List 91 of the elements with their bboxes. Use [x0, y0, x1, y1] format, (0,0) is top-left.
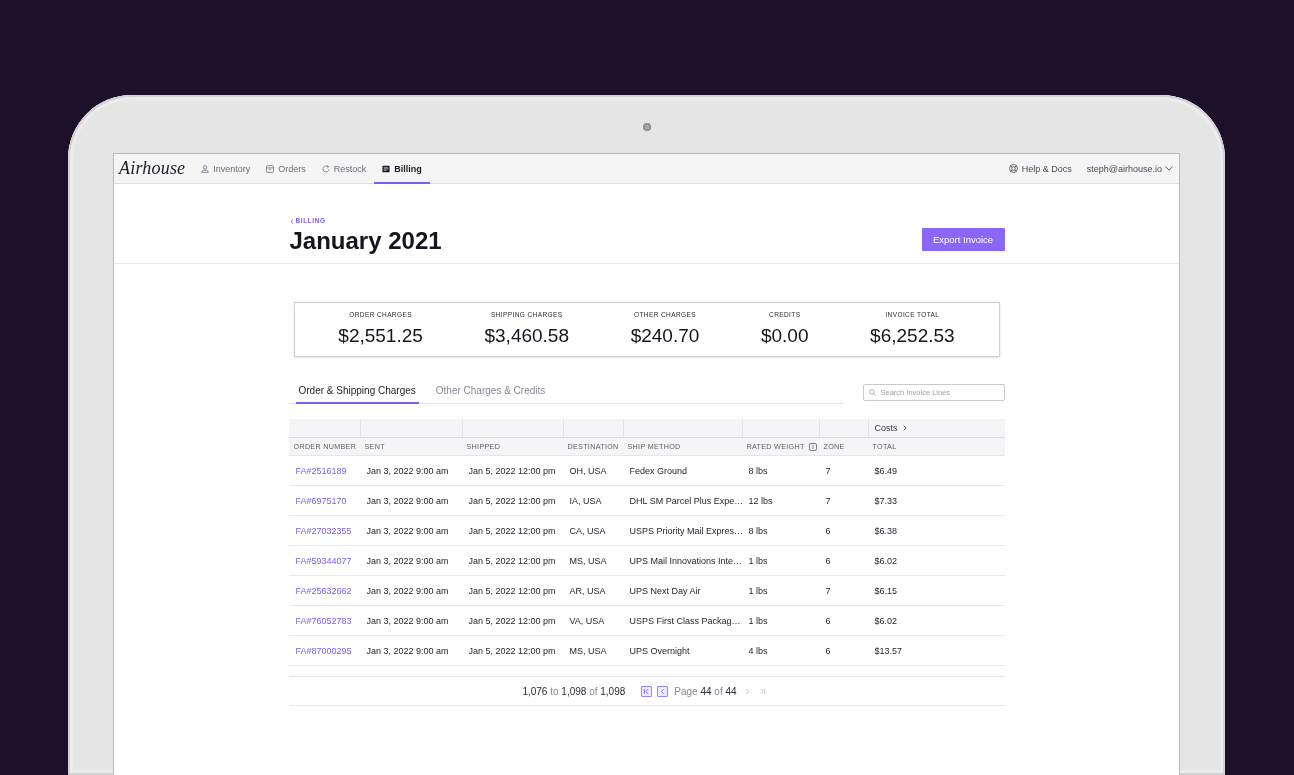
- table-cell: Jan 5, 2022 12:00 pm: [468, 465, 556, 476]
- nav-tab[interactable]: Orders: [258, 154, 314, 184]
- order-link[interactable]: FA#2516189: [295, 465, 347, 476]
- table-cell: 6: [825, 645, 831, 656]
- summary-value: $240.70: [630, 325, 700, 347]
- nav-tab[interactable]: Inventory: [193, 154, 259, 184]
- nav-tab[interactable]: Restock: [313, 154, 375, 184]
- table-cell: Jan 3, 2022 9:00 am: [366, 525, 449, 536]
- table-cell: Jan 3, 2022 9:00 am: [366, 615, 449, 626]
- camera-icon: [642, 123, 651, 131]
- order-link[interactable]: FA#87000295: [295, 645, 352, 656]
- table-cell: 12 lbs: [748, 495, 773, 506]
- export-button[interactable]: Export Invoice: [921, 228, 1005, 251]
- table-cell: $6.49: [874, 465, 898, 476]
- circular-arrow-icon: [321, 165, 330, 173]
- summary-value: $0.00: [760, 325, 809, 347]
- table-cell: Fedex Ground: [629, 465, 688, 476]
- document-icon: [382, 165, 391, 173]
- table-cell: Jan 3, 2022 9:00 am: [366, 585, 449, 596]
- table-cell: $7.33: [874, 495, 898, 506]
- first-page-icon: [643, 687, 651, 695]
- chevron-down-icon: [1165, 166, 1173, 171]
- order-link[interactable]: FA#27032355: [295, 525, 352, 536]
- table-cell: 1 lbs: [748, 585, 768, 596]
- table-cell: $6.38: [874, 525, 898, 536]
- account-menu[interactable]: steph@airhouse.io: [1086, 154, 1173, 183]
- table-cell: 8 lbs: [748, 465, 768, 476]
- order-link[interactable]: FA#25632662: [295, 585, 352, 596]
- tab[interactable]: Other Charges & Credits: [432, 381, 549, 404]
- chevron-left-icon: [659, 687, 667, 695]
- table-cell: $13.57: [874, 645, 903, 656]
- table-cell: USPS First Class Packag…: [629, 615, 741, 626]
- table-cell: $6.15: [874, 585, 898, 596]
- table-cell: Jan 3, 2022 9:00 am: [366, 555, 449, 566]
- summary-value: $3,460.58: [484, 325, 569, 347]
- table-cell: UPS Mail Innovations Inte…: [629, 555, 743, 566]
- table-cell: 7: [825, 585, 831, 596]
- table-cell: Jan 5, 2022 12:00 pm: [468, 555, 556, 566]
- table-cell: Jan 3, 2022 9:00 am: [366, 645, 449, 656]
- chevron-left-icon: [289, 218, 294, 224]
- costs-group-toggle[interactable]: Costs: [874, 419, 907, 437]
- tab[interactable]: Order & Shipping Charges: [295, 381, 419, 404]
- summary-value: $2,551.25: [338, 325, 423, 347]
- table-cell: 6: [825, 555, 831, 566]
- last-page-icon: [759, 687, 767, 695]
- summary-value: $6,252.53: [870, 325, 955, 347]
- table-cell: UPS Overnight: [629, 645, 690, 656]
- brand-logo[interactable]: Airhouse: [119, 154, 186, 183]
- table-cell: UPS Next Day Air: [629, 585, 701, 596]
- table-cell: 8 lbs: [748, 525, 768, 536]
- table-cell: Jan 5, 2022 12:00 pm: [468, 585, 556, 596]
- chevron-right-icon: [744, 687, 752, 695]
- table-cell: 7: [825, 465, 831, 476]
- first-page-button[interactable]: [641, 685, 653, 697]
- table-cell: Jan 3, 2022 9:00 am: [366, 495, 449, 506]
- table-cell: 6: [825, 525, 831, 536]
- table-cell: 6: [825, 615, 831, 626]
- table-cell: $6.02: [874, 555, 898, 566]
- table-cell: OH, USA: [569, 465, 607, 476]
- table-cell: MS, USA: [569, 645, 607, 656]
- person-icon: [201, 165, 210, 173]
- table-cell: AR, USA: [569, 585, 606, 596]
- table-cell: DHL SM Parcel Plus Expe…: [629, 495, 744, 506]
- table-cell: $6.02: [874, 615, 898, 626]
- page-title: January 2021: [289, 227, 442, 255]
- order-link[interactable]: FA#6975170: [295, 495, 347, 506]
- chevron-right-icon: [902, 425, 907, 431]
- order-link[interactable]: FA#76052783: [295, 615, 352, 626]
- search-icon: [868, 389, 876, 396]
- help-link[interactable]: Help & Docs: [1008, 154, 1072, 183]
- table-cell: Jan 5, 2022 12:00 pm: [468, 615, 556, 626]
- pagination-range: 1,076 to 1,098 of 1,098: [522, 685, 626, 697]
- box-icon: [266, 165, 275, 173]
- table-cell: CA, USA: [569, 525, 606, 536]
- table-cell: VA, USA: [569, 615, 605, 626]
- table-cell: Jan 5, 2022 12:00 pm: [468, 645, 556, 656]
- lifebuoy-icon: [1008, 164, 1018, 173]
- table-cell: IA, USA: [569, 495, 602, 506]
- order-link[interactable]: FA#59344077: [295, 555, 352, 566]
- table-cell: USPS Priority Mail Expres…: [629, 525, 744, 536]
- table-cell: 1 lbs: [748, 555, 768, 566]
- table-cell: MS, USA: [569, 555, 607, 566]
- table-cell: 7: [825, 495, 831, 506]
- table-cell: Jan 5, 2022 12:00 pm: [468, 495, 556, 506]
- table-cell: Jan 5, 2022 12:00 pm: [468, 525, 556, 536]
- nav-tab[interactable]: Billing: [374, 154, 430, 184]
- table-cell: Jan 3, 2022 9:00 am: [366, 465, 449, 476]
- table-cell: 4 lbs: [748, 645, 768, 656]
- page-indicator: Page 44 of 44: [674, 685, 737, 697]
- previous-page-button[interactable]: [657, 685, 669, 697]
- table-cell: 1 lbs: [748, 615, 768, 626]
